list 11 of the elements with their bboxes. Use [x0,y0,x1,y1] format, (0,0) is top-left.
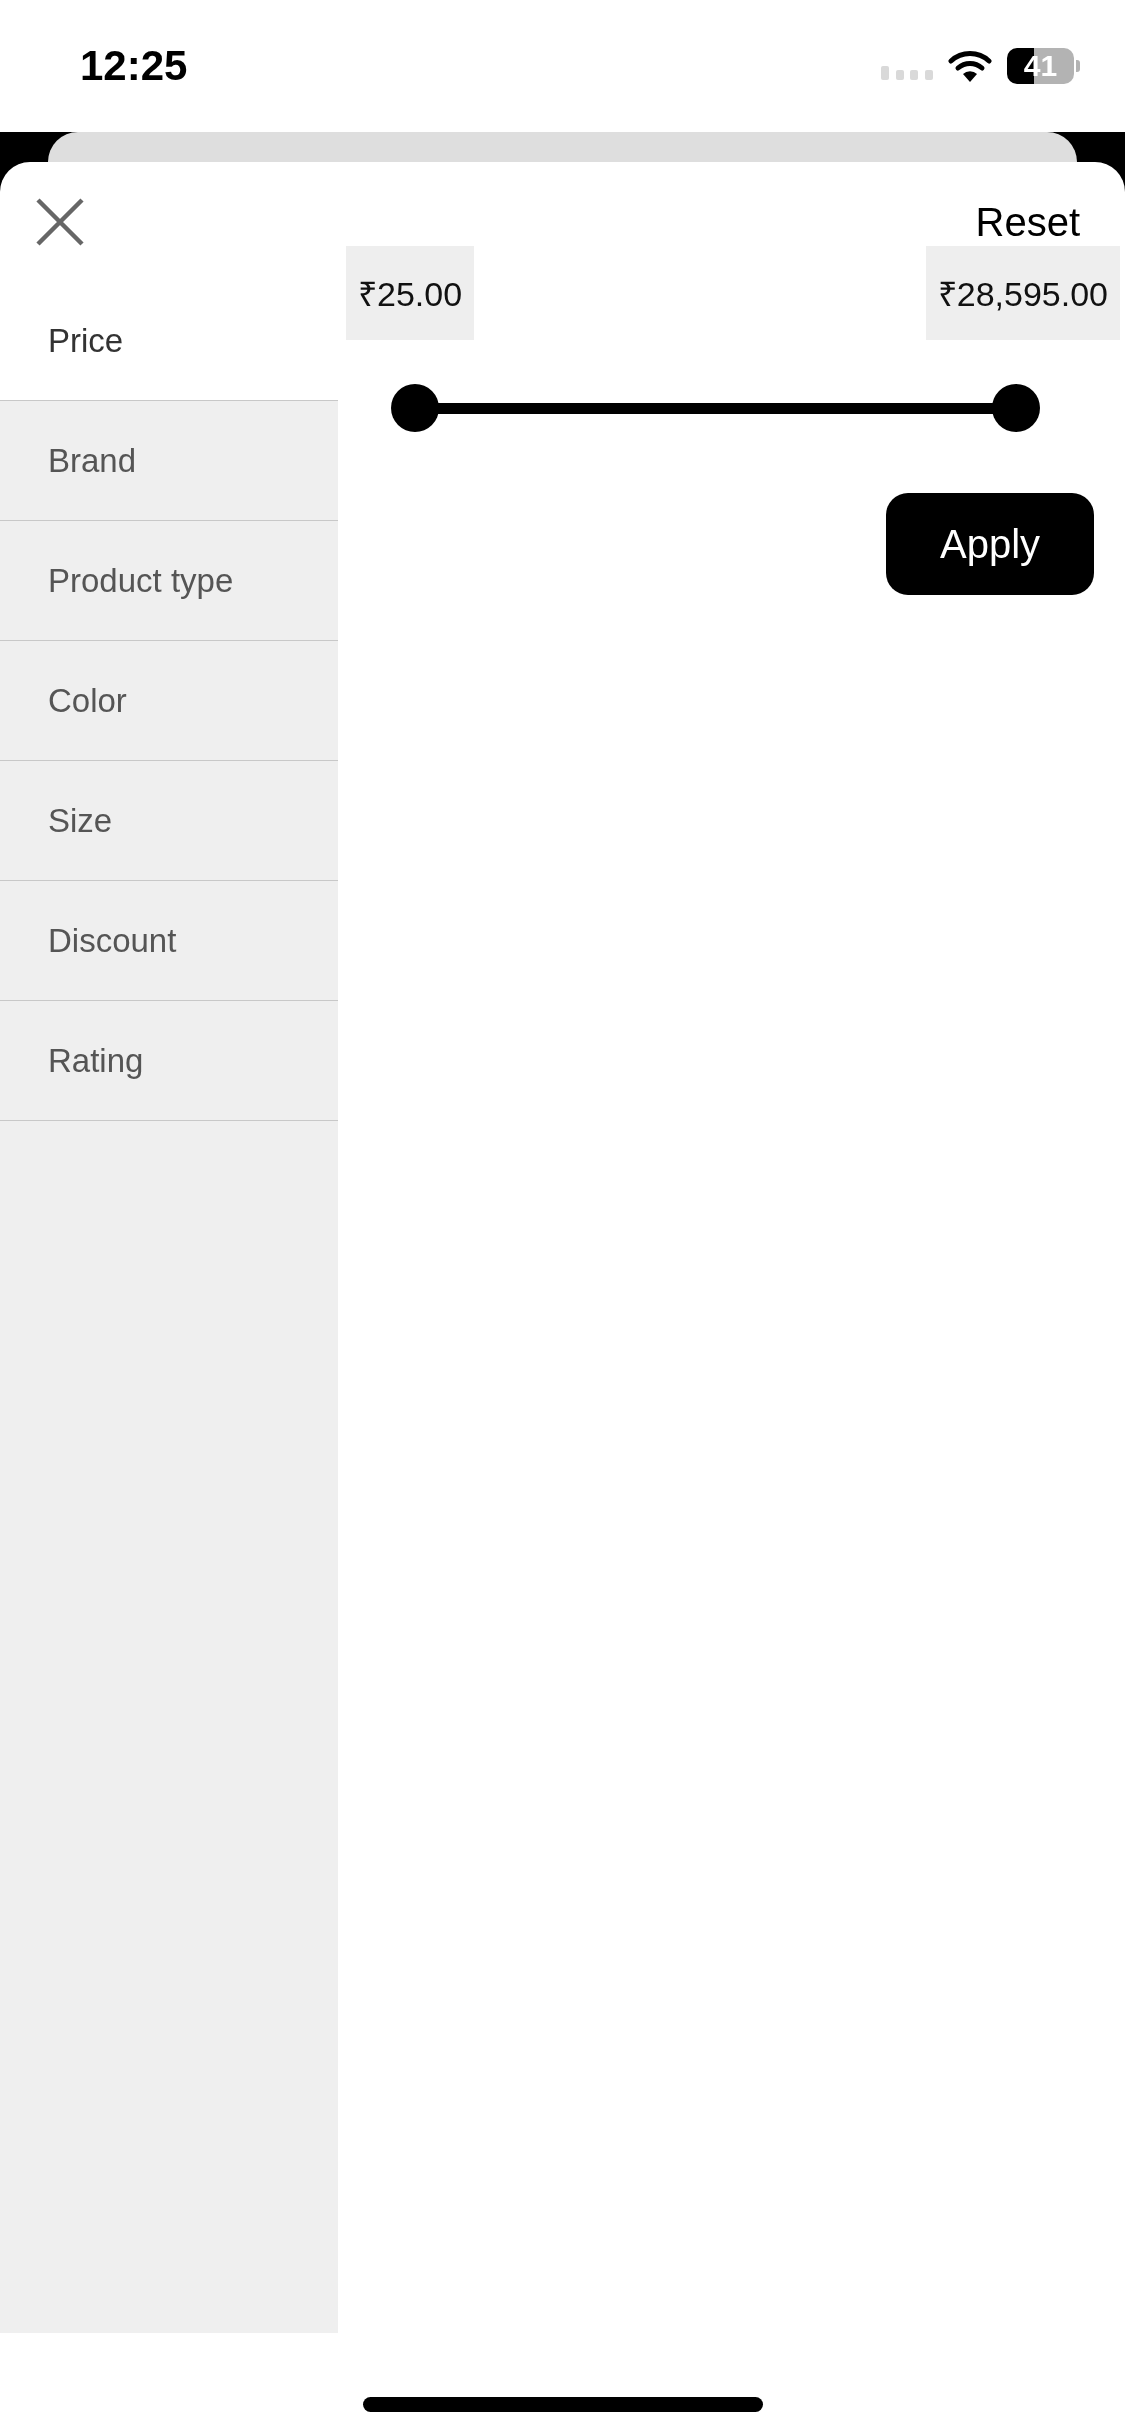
min-price-label: ₹25.00 [346,246,475,340]
signal-icon [881,66,933,80]
status-time: 12:25 [80,42,188,90]
close-icon[interactable] [35,197,85,247]
slider-thumb[interactable] [391,384,439,432]
reset-button[interactable]: Reset [975,198,1080,246]
max-price-label: ₹28,595.00 [925,246,1120,340]
slider-thumb[interactable] [992,384,1040,432]
filter-category[interactable]: Price [0,281,338,401]
wifi-icon [948,49,992,83]
apply-button[interactable]: Apply [886,493,1094,595]
